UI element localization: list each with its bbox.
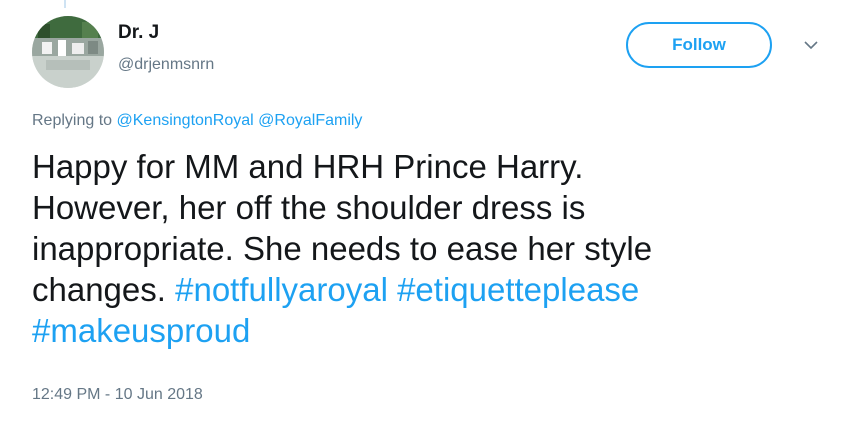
avatar[interactable] bbox=[32, 16, 104, 88]
mention-royalfamily[interactable]: @RoyalFamily bbox=[258, 112, 362, 129]
hashtag-etiquetteplease[interactable]: #etiquetteplease bbox=[397, 271, 639, 308]
tweet-text: Happy for MM and HRH Prince Harry. Howev… bbox=[32, 146, 822, 351]
tweet-line-4: changes. #notfullyaroyal #etiquettepleas… bbox=[32, 269, 822, 310]
tweet-line-3: inappropriate. She needs to ease her sty… bbox=[32, 230, 653, 267]
display-name[interactable]: Dr. J bbox=[118, 22, 159, 44]
mention-kensingtonroyal[interactable]: @KensingtonRoyal bbox=[117, 112, 254, 129]
replying-to: Replying to @KensingtonRoyal @RoyalFamil… bbox=[32, 112, 362, 130]
follow-button[interactable]: Follow bbox=[626, 22, 772, 68]
tweet-line-2: However, her off the shoulder dress is bbox=[32, 189, 586, 226]
thread-connector-line bbox=[64, 0, 66, 8]
tweet-timestamp[interactable]: 12:49 PM - 10 Jun 2018 bbox=[32, 386, 203, 404]
hashtag-notfullyaroyal[interactable]: #notfullyaroyal bbox=[175, 271, 388, 308]
chevron-down-icon[interactable] bbox=[800, 36, 822, 54]
hashtag-makeusproud[interactable]: #makeusproud bbox=[32, 312, 250, 349]
tweet-line-5: #makeusproud bbox=[32, 310, 822, 351]
replying-to-label: Replying to bbox=[32, 112, 113, 129]
tweet-line-1: Happy for MM and HRH Prince Harry. bbox=[32, 148, 584, 185]
user-handle[interactable]: @drjenmsnrn bbox=[118, 56, 214, 74]
tweet-line-4-text: changes. bbox=[32, 271, 166, 308]
avatar-image bbox=[32, 16, 104, 88]
